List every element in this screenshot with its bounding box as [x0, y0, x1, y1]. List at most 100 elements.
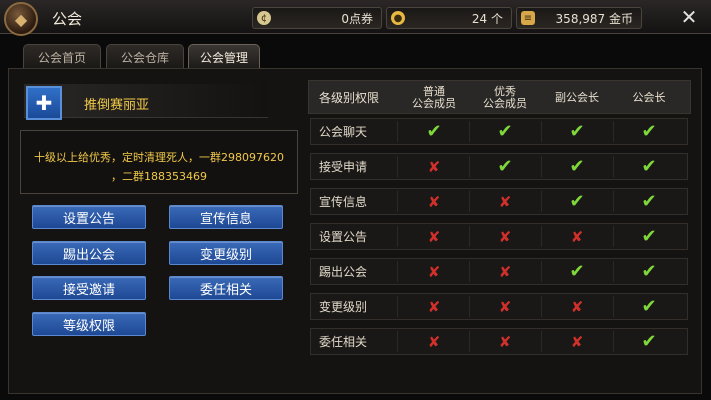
permission-cell: ✘ [399, 189, 469, 214]
header-excellent-member: 优秀 公会成员 [469, 81, 541, 115]
checkmark-icon: ✔ [641, 331, 657, 352]
header-normal-member: 普通 公会成员 [399, 81, 469, 115]
notice-line-1: 十级以上给优秀，定时清理死人，一群298097620 [34, 151, 284, 164]
permission-cell: ✔ [469, 154, 541, 179]
checkmark-icon: ✔ [569, 156, 585, 177]
cross-icon: ✘ [498, 297, 512, 316]
checkmark-icon: ✔ [497, 156, 513, 177]
permission-cell: ✔ [541, 119, 613, 144]
checkmark-icon: ✔ [641, 121, 657, 142]
tab-guild-management[interactable]: 公会管理 [188, 44, 260, 69]
permission-name: 设置公告 [319, 230, 368, 244]
permission-cell: ✘ [399, 259, 469, 284]
close-icon[interactable]: ✕ [676, 4, 702, 30]
table-row: 宣传信息 ✘ ✘ ✔ ✔ [310, 188, 688, 215]
checkmark-icon: ✔ [569, 191, 585, 212]
permission-cell: ✘ [469, 224, 541, 249]
gold-counter: ≡ 358,987 金币 [516, 7, 642, 29]
table-header: 各级别权限 普通 公会成员 优秀 公会成员 副公会长 公会长 [308, 80, 691, 114]
table-row: 委任相关 ✘ ✘ ✘ ✔ [310, 328, 688, 355]
permission-name: 踢出公会 [319, 265, 368, 279]
permission-cell: ✘ [469, 189, 541, 214]
permission-name: 变更级别 [319, 300, 368, 314]
cross-icon: ✘ [427, 227, 441, 246]
permission-cell: ✔ [613, 294, 685, 319]
header-leader: 公会长 [632, 91, 666, 104]
permission-cell: ✘ [399, 224, 469, 249]
guild-notice: 十级以上给优秀，定时清理死人，一群298097620 ，二群188353469 [20, 130, 298, 194]
ingot-value: 24 个 [471, 11, 503, 26]
kick-member-button[interactable]: 踢出公会 [32, 241, 146, 265]
table-row: 设置公告 ✘ ✘ ✘ ✔ [310, 223, 688, 250]
set-notice-button[interactable]: 设置公告 [32, 205, 146, 229]
window-title: 公会 [52, 10, 83, 28]
permission-cell: ✔ [613, 259, 685, 284]
permission-name: 委任相关 [319, 335, 368, 349]
cross-icon: ✘ [498, 192, 512, 211]
publicity-button[interactable]: 宣传信息 [169, 205, 283, 229]
checkmark-icon: ✔ [497, 121, 513, 142]
permission-cell: ✔ [613, 119, 685, 144]
appoint-button[interactable]: 委任相关 [169, 276, 283, 300]
header-vice-leader: 副公会长 [555, 91, 599, 104]
permission-cell: ✘ [469, 259, 541, 284]
guild-emblem-icon: ◆ [4, 2, 38, 36]
change-rank-button[interactable]: 变更级别 [169, 241, 283, 265]
rank-permissions-button[interactable]: 等级权限 [32, 312, 146, 336]
header-normal-line2: 公会成员 [412, 97, 456, 110]
header-excellent-line2: 公会成员 [483, 97, 527, 110]
guild-header: ✚ 推倒赛丽亚 [24, 84, 268, 120]
permission-cell: ✔ [469, 119, 541, 144]
table-row: 变更级别 ✘ ✘ ✘ ✔ [310, 293, 688, 320]
cross-icon: ✘ [427, 157, 441, 176]
cross-icon: ✘ [570, 332, 584, 351]
checkmark-icon: ✔ [641, 156, 657, 177]
header-permission: 各级别权限 [318, 91, 379, 105]
permission-name: 接受申请 [319, 160, 368, 174]
table-row: 接受申请 ✘ ✔ ✔ ✔ [310, 153, 688, 180]
permission-cell: ✘ [399, 294, 469, 319]
permission-cell: ✔ [613, 224, 685, 249]
permission-cell: ✘ [541, 294, 613, 319]
gold-coin-icon: ≡ [521, 11, 535, 25]
permissions-table: 各级别权限 普通 公会成员 优秀 公会成员 副公会长 公会长 公会聊天 ✔ ✔ ✔ ✔ 接受申… [308, 80, 691, 385]
cross-icon: ✘ [427, 192, 441, 211]
cross-icon: ✘ [498, 262, 512, 281]
checkmark-icon: ✔ [641, 226, 657, 247]
checkmark-icon: ✔ [641, 296, 657, 317]
accept-invite-button[interactable]: 接受邀请 [32, 276, 146, 300]
checkmark-icon: ✔ [569, 121, 585, 142]
gold-value: 358,987 金币 [555, 11, 633, 26]
cross-icon: ✘ [570, 297, 584, 316]
permission-cell: ✔ [541, 189, 613, 214]
permission-name: 公会聊天 [319, 125, 368, 139]
notice-line-2: ，二群188353469 [111, 170, 207, 183]
tab-guild-home[interactable]: 公会首页 [23, 44, 101, 69]
permission-cell: ✔ [399, 119, 469, 144]
cross-icon: ✘ [498, 227, 512, 246]
coupon-counter: ¢ 0点券 [252, 7, 382, 29]
cross-icon: ✘ [427, 262, 441, 281]
permission-cell: ✔ [541, 154, 613, 179]
checkmark-icon: ✔ [569, 261, 585, 282]
permission-cell: ✘ [399, 329, 469, 354]
cross-icon: ✘ [570, 227, 584, 246]
permission-name: 宣传信息 [319, 195, 368, 209]
checkmark-icon: ✔ [426, 121, 442, 142]
permission-cell: ✘ [541, 329, 613, 354]
ingot-counter: ● 24 个 [386, 7, 512, 29]
permission-cell: ✘ [469, 294, 541, 319]
tab-guild-warehouse[interactable]: 公会仓库 [106, 44, 184, 69]
permission-cell: ✘ [399, 154, 469, 179]
permission-cell: ✔ [541, 259, 613, 284]
checkmark-icon: ✔ [641, 191, 657, 212]
guild-info-section: ✚ 推倒赛丽亚 十级以上给优秀，定时清理死人，一群298097620 ，二群18… [20, 80, 300, 385]
table-row: 公会聊天 ✔ ✔ ✔ ✔ [310, 118, 688, 145]
permission-cell: ✔ [613, 189, 685, 214]
permission-cell: ✔ [613, 329, 685, 354]
cross-icon: ✘ [498, 332, 512, 351]
permission-cell: ✘ [541, 224, 613, 249]
table-row: 踢出公会 ✘ ✘ ✔ ✔ [310, 258, 688, 285]
cross-icon: ✘ [427, 332, 441, 351]
guild-name: 推倒赛丽亚 [84, 98, 150, 113]
